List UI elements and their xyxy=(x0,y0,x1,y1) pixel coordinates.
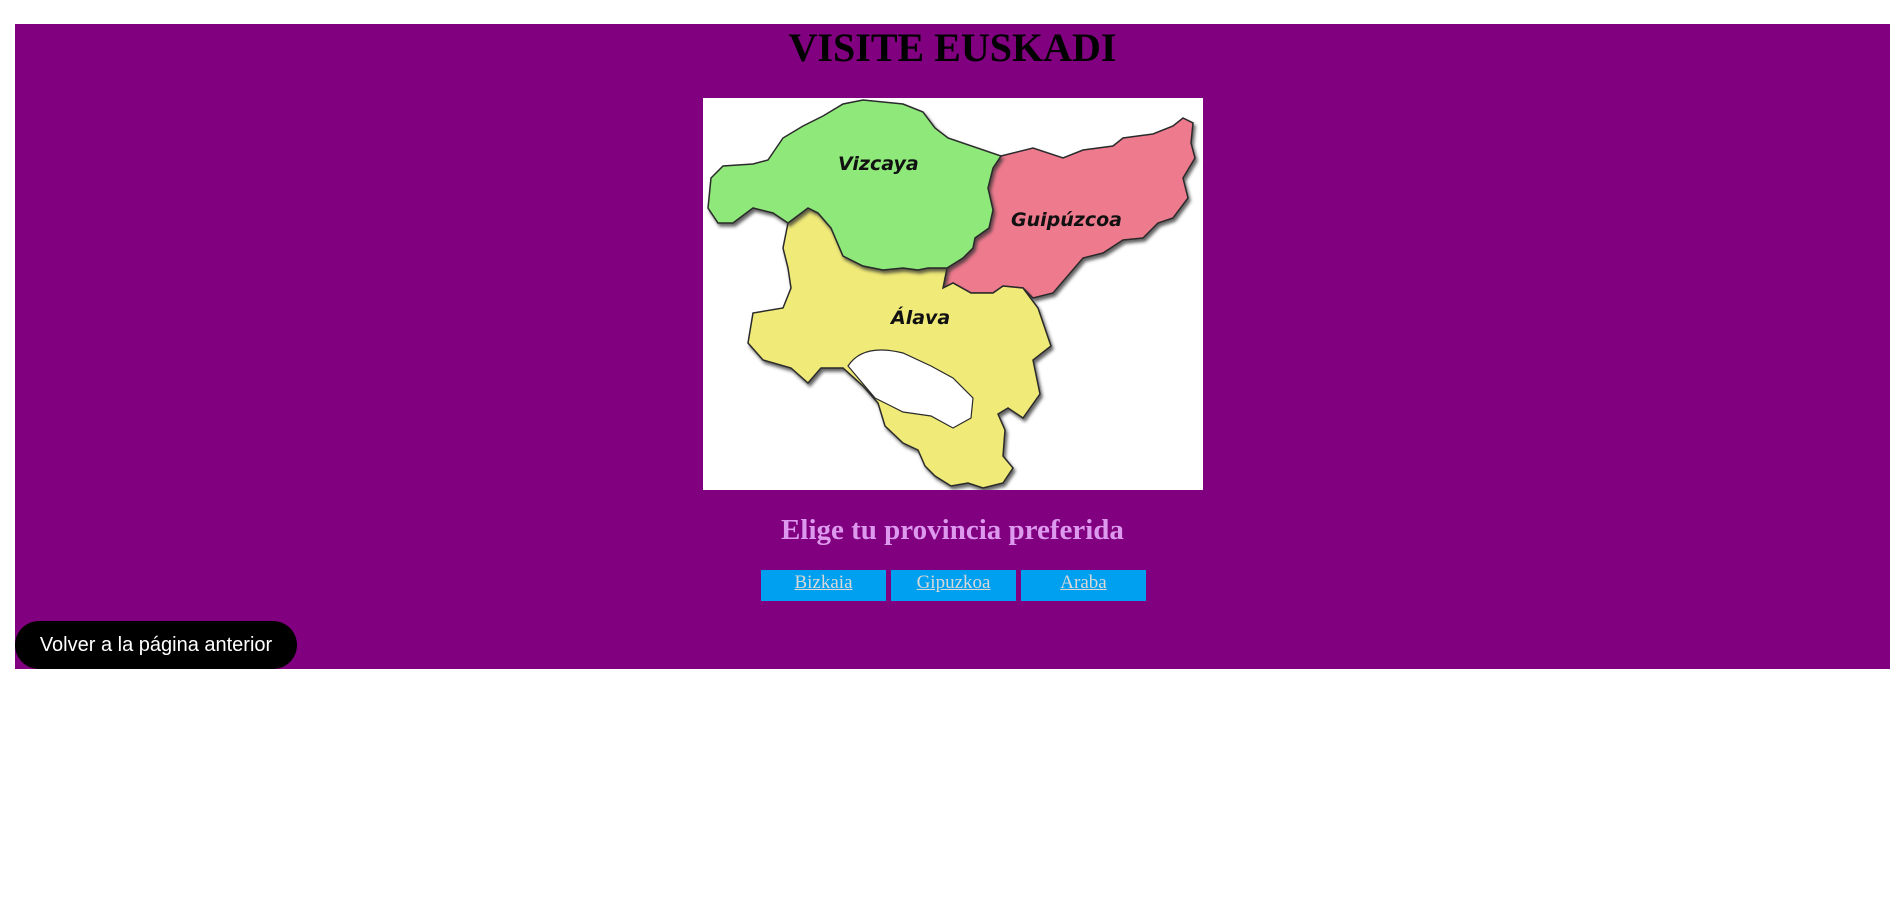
choose-province-heading: Elige tu provincia preferida xyxy=(781,514,1124,546)
map-label-vizcaya: Vizcaya xyxy=(838,153,919,175)
back-button[interactable]: Volver a la página anterior xyxy=(15,621,297,669)
province-link-araba[interactable]: Araba xyxy=(1021,570,1146,601)
map-region-vizcaya xyxy=(707,99,1003,271)
province-link-bizkaia[interactable]: Bizkaia xyxy=(761,570,886,601)
page-title: VISITE EUSKADI xyxy=(788,25,1117,70)
euskadi-map-svg: Vizcaya Guipúzcoa Álava xyxy=(707,99,1196,489)
province-link-gipuzkoa[interactable]: Gipuzkoa xyxy=(891,570,1016,601)
page-panel: VISITE EUSKADI Vizcaya Guipúzcoa Álava E… xyxy=(15,24,1890,669)
map-label-guipuzcoa: Guipúzcoa xyxy=(1011,209,1122,231)
euskadi-map-image: Vizcaya Guipúzcoa Álava xyxy=(703,98,1203,490)
map-label-alava: Álava xyxy=(889,306,950,329)
